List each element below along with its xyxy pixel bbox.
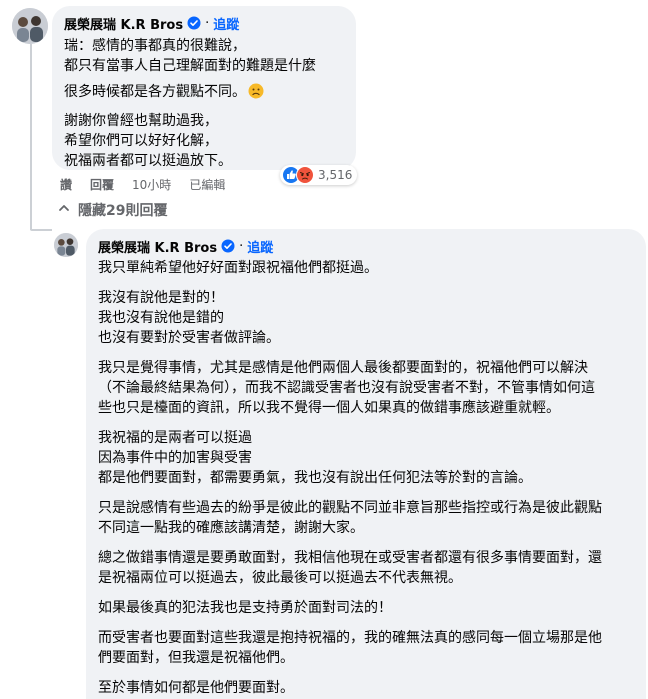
avatar[interactable] <box>12 8 48 44</box>
reply-paragraph: 我沒有說他是對的！ 我也沒有說他是錯的 也沒有要對於受害者做評論。 <box>98 290 280 346</box>
comment-paragraph: 很多時候都是各方觀點不同。 <box>64 82 344 105</box>
edited-label: 已編輯 <box>189 178 226 192</box>
reply-header: 展榮展瑞 K.R Bros · 追蹤 <box>98 237 634 256</box>
reply-bubble: 展榮展瑞 K.R Bros · 追蹤 我只單純希望他好好面對跟祝福他們都挺過。 … <box>86 229 646 699</box>
comment-actions: 讚 回覆 10小時 已編輯 <box>60 176 225 193</box>
separator-dot: · <box>205 15 210 31</box>
comment-header: 展榮展瑞 K.R Bros · 追蹤 <box>64 14 344 33</box>
follow-button[interactable]: 追蹤 <box>213 14 239 33</box>
chevron-up-icon <box>58 202 70 218</box>
comment-bubble: 展榮展瑞 K.R Bros · 追蹤 瑞：感情的事都真的很難說， 都只有當事人自… <box>52 6 356 170</box>
reply-avatar[interactable] <box>54 233 78 257</box>
reply-button[interactable]: 回覆 <box>90 176 114 193</box>
reply-paragraph: 我祝福的是兩者可以挺過 因為事件中的加害與受害 都是他們要面對，都需要勇氣，我也… <box>98 430 532 486</box>
hide-replies-button[interactable]: 隱藏29則回覆 <box>58 200 167 220</box>
reply-paragraph: 如果最後真的犯法我也是支持勇於面對司法的！ <box>98 600 392 616</box>
sad-face-emoji <box>248 83 264 105</box>
verified-badge-icon <box>221 239 235 253</box>
reply-paragraph: 我只是覺得事情，尤其是感情是他們兩個人最後都要面對的，祝福他們可以解決 （不論最… <box>98 360 595 416</box>
comment-paragraph: 謝謝你曾經也幫助過我， 希望你們可以好好化解， 祝福兩者都可以挺過放下。 <box>64 113 232 169</box>
follow-button[interactable]: 追蹤 <box>247 237 273 256</box>
timestamp[interactable]: 10小時 <box>132 176 171 193</box>
author-name[interactable]: 展榮展瑞 K.R Bros <box>98 237 217 256</box>
reply-paragraph: 總之做錯事情還是要勇敢面對，我相信他現在或受害者都還有很多事情要面對，還 是祝福… <box>98 550 602 586</box>
verified-badge-icon <box>187 16 201 30</box>
hide-replies-label: 隱藏29則回覆 <box>78 203 168 219</box>
reply-paragraph: 我只單純希望他好好面對跟祝福他們都挺過。 <box>98 260 378 276</box>
reply-paragraph: 只是說感情有些過去的紛爭是彼此的觀點不同並非意旨那些指控或行為是彼此觀點 不同這… <box>98 500 602 536</box>
reaction-summary[interactable]: 3,516 <box>280 165 358 185</box>
avatar-photo <box>12 8 48 44</box>
thread-line <box>30 44 32 212</box>
author-name[interactable]: 展榮展瑞 K.R Bros <box>64 14 183 33</box>
reaction-count: 3,516 <box>318 168 353 182</box>
thread-line-curve <box>30 208 32 230</box>
comment-paragraph-text: 很多時候都是各方觀點不同。 <box>64 84 246 100</box>
reply-paragraph: 至於事情如何都是他們要面對。 <box>98 680 294 696</box>
like-button[interactable]: 讚 <box>60 176 72 193</box>
angry-reaction-icon <box>296 166 314 184</box>
thread-line-branch <box>30 229 52 231</box>
avatar-photo <box>54 233 78 257</box>
comment-paragraph: 瑞：感情的事都真的很難說， 都只有當事人自己理解面對的難題是什麼 <box>64 38 316 74</box>
reply-paragraph: 而受害者也要面對這些我還是抱持祝福的，我的確無法真的感同每一個立場那是他 們要面… <box>98 630 602 666</box>
separator-dot: · <box>239 238 244 254</box>
